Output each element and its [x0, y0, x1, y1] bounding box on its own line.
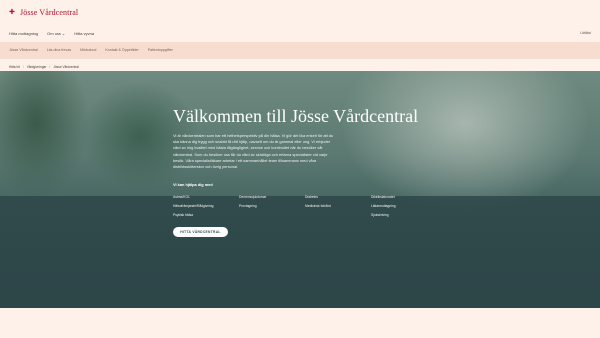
- nav-item-hitta-mottagning[interactable]: Hitta mottagning: [9, 31, 38, 36]
- help-item[interactable]: Astma/KOL: [173, 195, 239, 199]
- find-clinic-button[interactable]: HITTA VÅRDCENTRAL: [173, 227, 228, 238]
- hero-intro-text: Vi är vårdcentralen som har ett helhetsp…: [173, 133, 334, 170]
- help-item[interactable]: Diabetes: [305, 195, 371, 199]
- breadcrumb-current: Jösse Vårdcentral: [53, 65, 79, 69]
- help-item[interactable]: Psykisk hälsa: [173, 213, 239, 217]
- help-item[interactable]: Läkarmottagning: [371, 204, 437, 208]
- breadcrumb-separator: /: [22, 65, 24, 69]
- subnav-item[interactable]: Kontakt & Öppettider: [105, 48, 138, 52]
- page-title: Välkommen till Jösse Vårdcentral: [173, 106, 419, 126]
- subnav-item[interactable]: Jösse Vårdcentral: [9, 48, 38, 52]
- nav-item-label: Om oss: [47, 31, 61, 36]
- top-nav: Hitta mottagning Om oss ⌄ Hitta vyvna: [9, 31, 94, 36]
- help-item[interactable]: Medicinsk fotvård: [305, 204, 371, 208]
- logo-text: Jösse Vårdcentral: [20, 8, 79, 17]
- breadcrumb-item[interactable]: Vårdgivningar: [27, 65, 47, 69]
- help-item[interactable]: Demenssjukdomar: [239, 195, 305, 199]
- utility-link[interactable]: Lättläst: [580, 31, 591, 35]
- breadcrumb-separator: /: [49, 65, 51, 69]
- breadcrumb-item[interactable]: Hitta hit: [9, 65, 20, 69]
- sub-nav-bar: Jösse Vårdcentral Läs dina frevas Mödrah…: [0, 42, 600, 59]
- help-item[interactable]: Provtagning: [239, 204, 305, 208]
- nav-item-hitta-vyvna[interactable]: Hitta vyvna: [74, 31, 94, 36]
- help-item[interactable]: Diktrikslaboratet: [371, 195, 437, 199]
- help-list: Astma/KOL Demenssjukdomar Diabetes Diktr…: [173, 195, 433, 217]
- help-item[interactable]: Sjukskriving: [371, 213, 437, 217]
- help-heading: Vi kan hjälpa dig med: [173, 182, 213, 188]
- subnav-item[interactable]: Mödrahud: [80, 48, 96, 52]
- logo-mark-icon: ✚: [9, 9, 15, 16]
- nav-item-om-oss[interactable]: Om oss ⌄: [47, 31, 65, 36]
- help-item-empty: [305, 213, 371, 217]
- breadcrumb: Hitta hit / Vårdgivningar / Jösse Vårdce…: [9, 65, 79, 69]
- hero-content: Välkommen till Jösse Vårdcentral Vi är v…: [173, 106, 433, 238]
- subnav-item[interactable]: Patientuppgifter: [148, 48, 173, 52]
- logo[interactable]: ✚ Jösse Vårdcentral: [9, 8, 78, 17]
- hero-section: Välkommen till Jösse Vårdcentral Vi är v…: [0, 71, 600, 308]
- hero-background-blur: [0, 71, 90, 201]
- subnav-item[interactable]: Läs dina frevas: [47, 48, 71, 52]
- help-item-empty: [239, 213, 305, 217]
- chevron-down-icon: ⌄: [61, 31, 66, 36]
- help-item[interactable]: Hälsofrämjande/Rådgivning: [173, 204, 239, 208]
